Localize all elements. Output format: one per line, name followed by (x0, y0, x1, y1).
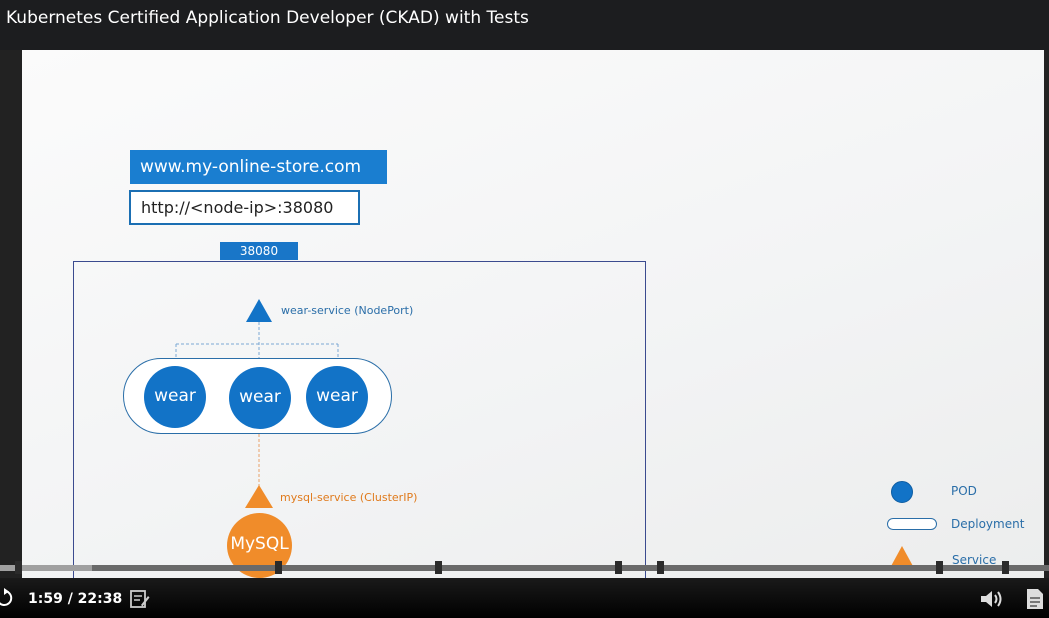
notes-icon[interactable] (130, 590, 150, 608)
left-border (0, 50, 22, 578)
video-slide: www.my-online-store.com http://<node-ip>… (22, 50, 1044, 578)
chapter-marker[interactable] (936, 561, 943, 574)
legend-pod-icon (891, 481, 913, 503)
chapter-marker[interactable] (657, 561, 664, 574)
progress-marker[interactable] (15, 561, 22, 574)
chapter-marker[interactable] (1002, 561, 1009, 574)
pod-wear-2: wear (229, 367, 291, 429)
mysql-service-icon (245, 485, 273, 508)
wear-service-icon (246, 299, 272, 322)
mysql-service-label: mysql-service (ClusterIP) (280, 491, 418, 504)
transcript-icon[interactable] (1026, 588, 1044, 610)
title-bar: Kubernetes Certified Application Develop… (0, 0, 1049, 50)
chapter-marker[interactable] (275, 561, 282, 574)
chapter-marker[interactable] (435, 561, 442, 574)
progress-fill (0, 565, 93, 571)
legend-pod-label: POD (951, 484, 977, 498)
pod-wear-1: wear (144, 366, 206, 428)
wear-service-label: wear-service (NodePort) (281, 304, 414, 317)
player-controls: 1:59 / 22:38 (0, 578, 1049, 618)
progress-bar[interactable] (0, 565, 1049, 571)
pod-wear-3: wear (306, 366, 368, 428)
legend-deployment-label: Deployment (951, 517, 1025, 531)
time-display: 1:59 / 22:38 (28, 591, 123, 607)
volume-icon[interactable] (980, 589, 1004, 609)
connector-lines (175, 299, 914, 568)
right-border (1044, 50, 1049, 578)
course-title: Kubernetes Certified Application Develop… (6, 8, 529, 28)
legend-deployment-icon (887, 518, 937, 530)
replay-icon[interactable] (0, 588, 14, 608)
chapter-marker[interactable] (615, 561, 622, 574)
